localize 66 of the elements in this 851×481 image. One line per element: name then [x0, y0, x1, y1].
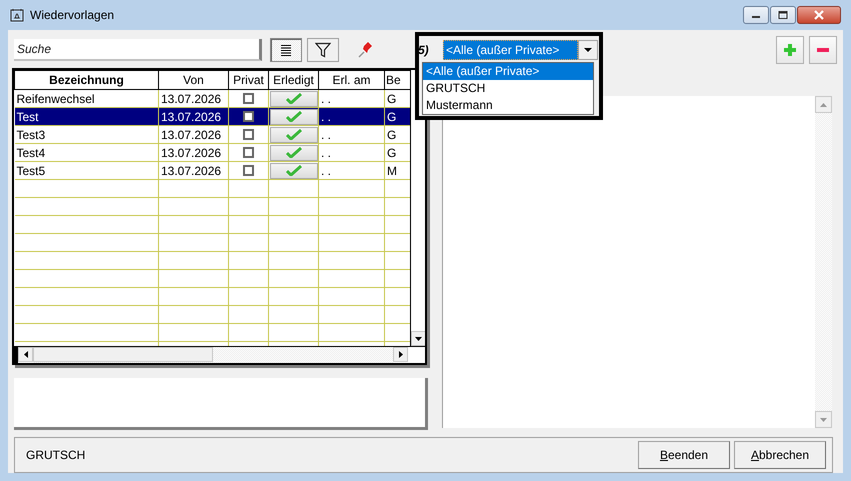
filter-button[interactable] [307, 38, 339, 62]
table-cell: Test4 [14, 144, 158, 162]
checkmark-icon [286, 111, 302, 122]
checkmark-icon [286, 129, 302, 140]
dialog-button[interactable]: Beenden [638, 441, 730, 469]
column-header[interactable]: Erledigt [268, 70, 318, 90]
column-header[interactable]: Be [384, 70, 410, 90]
table-cell: 13.07.2026 [158, 162, 228, 180]
checkmark-icon [286, 93, 302, 104]
table-cell: . . [318, 108, 384, 126]
table-cell: . . [318, 144, 384, 162]
maximize-button[interactable] [770, 6, 796, 24]
private-checkbox[interactable] [243, 111, 254, 122]
up-arrow-icon [820, 102, 827, 106]
pin-icon [357, 41, 375, 59]
checkmark-icon [286, 147, 302, 158]
table-cell: Test5 [14, 162, 158, 180]
notes-field[interactable] [14, 378, 428, 430]
scroll-left-button[interactable] [18, 347, 33, 362]
list-icon [280, 44, 292, 56]
private-checkbox[interactable] [243, 93, 254, 104]
table-cell: G [384, 108, 410, 126]
maximize-icon [778, 11, 788, 19]
checkmark-icon [286, 165, 302, 176]
remove-button[interactable] [809, 36, 837, 64]
scroll-down-button[interactable] [411, 331, 425, 346]
dropdown-option[interactable]: GRUTSCH [423, 80, 593, 97]
table-row[interactable]: Test 13.07.2026 . . G [14, 108, 410, 126]
down-arrow-icon [415, 336, 422, 340]
list-view-button[interactable] [270, 38, 302, 62]
count-label: 5) [418, 43, 429, 57]
dropdown-option[interactable]: <Alle (außer Private> [423, 63, 593, 80]
close-icon [813, 10, 825, 20]
current-user-label: GRUTSCH [26, 448, 86, 462]
dialog-button[interactable]: Abbrechen [734, 441, 826, 469]
table-cell: 13.07.2026 [158, 144, 228, 162]
calendar-bell-icon [10, 8, 24, 22]
table-cell: 13.07.2026 [158, 108, 228, 126]
table-cell: Test3 [14, 126, 158, 144]
user-filter-combo[interactable]: <Alle (außer Private> [443, 40, 578, 60]
window-title: Wiedervorlagen [30, 8, 114, 22]
table-cell: . . [318, 162, 384, 180]
column-header[interactable]: Bezeichnung [14, 70, 158, 90]
close-button[interactable] [797, 6, 841, 24]
column-header[interactable]: Von [158, 70, 228, 90]
search-field[interactable]: Suche [14, 39, 262, 61]
horizontal-scrollbar[interactable] [33, 347, 393, 363]
private-checkbox[interactable] [243, 147, 254, 158]
caret-icon [584, 48, 592, 52]
down-arrow-icon [820, 418, 827, 422]
left-arrow-icon [24, 351, 28, 358]
dropdown-button[interactable] [578, 40, 598, 60]
table-cell: 13.07.2026 [158, 126, 228, 144]
plus-icon [783, 43, 797, 57]
dropdown-option[interactable]: Mustermann [423, 97, 593, 114]
table-cell: . . [318, 126, 384, 144]
private-checkbox[interactable] [243, 129, 254, 140]
filter-icon [315, 42, 331, 58]
minimize-button[interactable] [743, 6, 769, 24]
scroll-right-button[interactable] [393, 347, 408, 362]
private-checkbox[interactable] [243, 165, 254, 176]
column-header[interactable]: Privat [228, 70, 268, 90]
column-header[interactable]: Erl. am [318, 70, 384, 90]
table-cell: Test [14, 108, 158, 126]
right-arrow-icon [398, 351, 402, 358]
done-button[interactable] [270, 108, 318, 124]
